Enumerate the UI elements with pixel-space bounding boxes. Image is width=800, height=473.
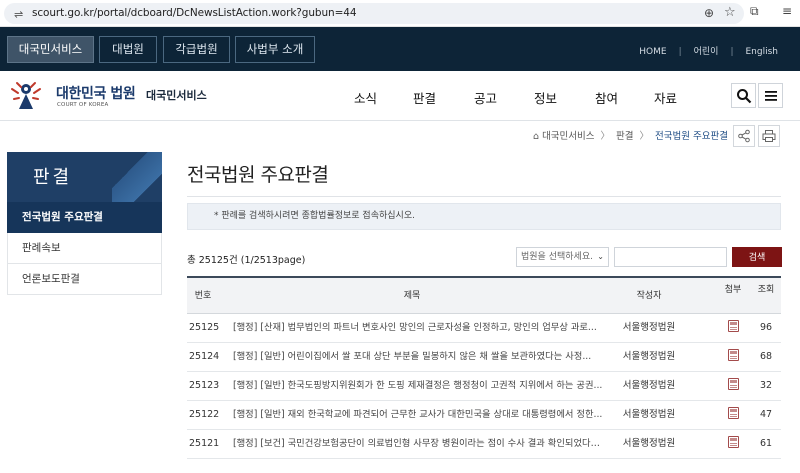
total-count: 총 25125건 (1/2513page) — [187, 255, 306, 266]
home-link[interactable]: HOME — [639, 47, 666, 57]
chevron-right-icon: 〉 — [639, 131, 650, 142]
search-icon — [736, 89, 751, 104]
top-site-bar: 대국민서비스 대법원 각급법원 사법부 소개 HOME | 어린이 | English — [0, 27, 800, 71]
nav-resources[interactable]: 자료 — [654, 88, 677, 107]
english-link[interactable]: English — [746, 47, 779, 57]
address-bar[interactable]: ⇌ scourt.go.kr/portal/dcboard/DcNewsList… — [4, 3, 744, 24]
col-author: 작성자 — [636, 291, 662, 301]
row-number: 25122 — [189, 409, 220, 420]
breadcrumb-item-service[interactable]: 대국민서비스 — [542, 131, 594, 142]
browser-toolbar: ⇌ scourt.go.kr/portal/dcboard/DcNewsList… — [0, 0, 800, 27]
zoom-icon[interactable]: ⊕ — [704, 6, 714, 20]
row-number: 25121 — [189, 438, 220, 449]
row-views: 68 — [759, 351, 773, 362]
attachment-icon[interactable] — [727, 407, 739, 419]
table-row[interactable]: 25122 [행정] [일반] 재외 한국학교에 파견되어 근무한 교사가 대한… — [187, 401, 781, 430]
breadcrumb-item-judgments[interactable]: 판결 — [616, 131, 633, 142]
attachment-icon[interactable] — [727, 378, 739, 390]
extensions-icon[interactable]: ⧉ — [750, 4, 759, 19]
attachment-icon[interactable] — [727, 320, 739, 332]
col-views: 조회 — [757, 285, 775, 295]
row-title-link[interactable]: [행정] [일반] 재외 한국학교에 파견되어 근무한 교사가 대한민국을 상대… — [233, 401, 603, 429]
row-number: 25123 — [189, 380, 220, 391]
court-select-value: 법원을 선택하세요. — [521, 252, 593, 262]
address-url[interactable]: scourt.go.kr/portal/dcboard/DcNewsListAc… — [32, 7, 357, 19]
toptab-courts[interactable]: 각급법원 — [163, 36, 230, 63]
header-search-button[interactable] — [731, 83, 756, 108]
site-settings-icon[interactable]: ⇌ — [14, 8, 23, 21]
page-title: 전국법원 주요판결 — [187, 164, 329, 186]
table-row[interactable]: 25123 [행정] [일반] 한국도핑방지위원회가 한 도핑 제재결정은 행정… — [187, 372, 781, 401]
col-number: 번호 — [194, 291, 212, 301]
service-label: 대국민서비스 — [146, 89, 207, 102]
site-header: 대한민국 법원 COURT OF KOREA 대국민서비스 소식 판결 공고 정… — [0, 71, 800, 121]
chevron-down-icon: ⌄ — [597, 252, 604, 261]
nav-info[interactable]: 정보 — [534, 88, 557, 107]
row-views: 32 — [759, 380, 773, 391]
row-title-link[interactable]: [행정] [일반] 어린이집에서 쌀 포대 상단 부분을 밀봉하지 않은 채 쌀… — [233, 343, 603, 371]
row-author: 서울행정법원 — [622, 322, 676, 333]
nav-judgments[interactable]: 판결 — [413, 88, 436, 107]
bookmark-star-icon[interactable]: ☆ — [724, 5, 736, 20]
print-button[interactable] — [758, 125, 780, 147]
toptab-public-service[interactable]: 대국민서비스 — [7, 36, 94, 63]
search-input[interactable] — [614, 247, 727, 267]
row-title-link[interactable]: [행정] [일반] 한국도핑방지위원회가 한 도핑 제재결정은 행정청이 고권적… — [233, 372, 603, 400]
row-author: 서울행정법원 — [622, 351, 676, 362]
row-title-link[interactable]: [행정] [보건] 국민건강보험공단이 의료법인형 사무장 병원이라는 점이 수… — [233, 430, 603, 458]
attachment-icon[interactable] — [727, 436, 739, 448]
logo-subtitle: COURT OF KOREA — [57, 102, 109, 108]
browser-menu-icon[interactable]: ≡ — [782, 4, 792, 18]
kids-link[interactable]: 어린이 — [694, 47, 719, 57]
row-author: 서울행정법원 — [622, 438, 676, 449]
sidebar-item-major-judgments[interactable]: 전국법원 주요판결 — [7, 202, 162, 233]
court-select[interactable]: 법원을 선택하세요. ⌄ — [516, 247, 609, 267]
sidebar-item-press-judgments[interactable]: 언론보도판결 — [7, 264, 162, 295]
hamburger-menu-icon — [764, 91, 777, 101]
sidebar-title: 판결 — [33, 167, 73, 188]
sidebar-heading: 판결 — [7, 152, 162, 202]
attachment-icon[interactable] — [727, 349, 739, 361]
notice-box: * 판례를 검색하시려면 종합법률정보로 접속하십시오. — [187, 203, 781, 230]
toptab-judiciary-intro[interactable]: 사법부 소개 — [235, 36, 315, 63]
row-author: 서울행정법원 — [622, 409, 676, 420]
row-title-link[interactable]: [행정] [산재] 법무법인의 파트너 변호사인 망인의 근로자성을 인정하고,… — [233, 314, 603, 342]
logo-title[interactable]: 대한민국 법원 — [56, 83, 136, 103]
court-logo-icon[interactable] — [8, 79, 44, 111]
table-row[interactable]: 25121 [행정] [보건] 국민건강보험공단이 의료법인형 사무장 병원이라… — [187, 430, 781, 459]
search-button[interactable]: 검색 — [732, 247, 782, 267]
toptab-supreme-court[interactable]: 대법원 — [99, 36, 157, 63]
header-menu-button[interactable] — [758, 83, 783, 108]
row-number: 25125 — [189, 322, 220, 333]
nav-participation[interactable]: 참여 — [595, 88, 618, 107]
row-views: 96 — [759, 322, 773, 333]
row-number: 25124 — [189, 351, 220, 362]
nav-news[interactable]: 소식 — [354, 88, 377, 107]
home-icon: ⌂ — [533, 131, 540, 142]
print-icon — [762, 130, 776, 142]
row-author: 서울행정법원 — [622, 380, 676, 391]
utility-links: HOME | 어린이 | English — [639, 47, 779, 57]
col-attachment: 첨부 — [724, 285, 742, 295]
table-row[interactable]: 25125 [행정] [산재] 법무법인의 파트너 변호사인 망인의 근로자성을… — [187, 314, 781, 343]
judgment-table: 번호 제목 작성자 첨부 조회 25125 [행정] [산재] 법무법인의 파트… — [187, 276, 781, 459]
breadcrumb: ⌂ 대국민서비스 〉 판결 〉 전국법원 주요판결 — [533, 128, 728, 142]
title-divider — [187, 196, 781, 197]
chevron-right-icon: 〉 — [600, 131, 611, 142]
sidebar-item-precedent-news[interactable]: 판례속보 — [7, 233, 162, 264]
breadcrumb-item-current[interactable]: 전국법원 주요판결 — [655, 131, 728, 142]
share-icon — [738, 129, 750, 143]
col-title: 제목 — [403, 291, 421, 301]
nav-notices[interactable]: 공고 — [474, 88, 497, 107]
row-views: 47 — [759, 409, 773, 420]
table-row[interactable]: 25124 [행정] [일반] 어린이집에서 쌀 포대 상단 부분을 밀봉하지 … — [187, 343, 781, 372]
share-button[interactable] — [733, 125, 755, 147]
table-header: 번호 제목 작성자 첨부 조회 — [187, 276, 781, 314]
row-views: 61 — [759, 438, 773, 449]
